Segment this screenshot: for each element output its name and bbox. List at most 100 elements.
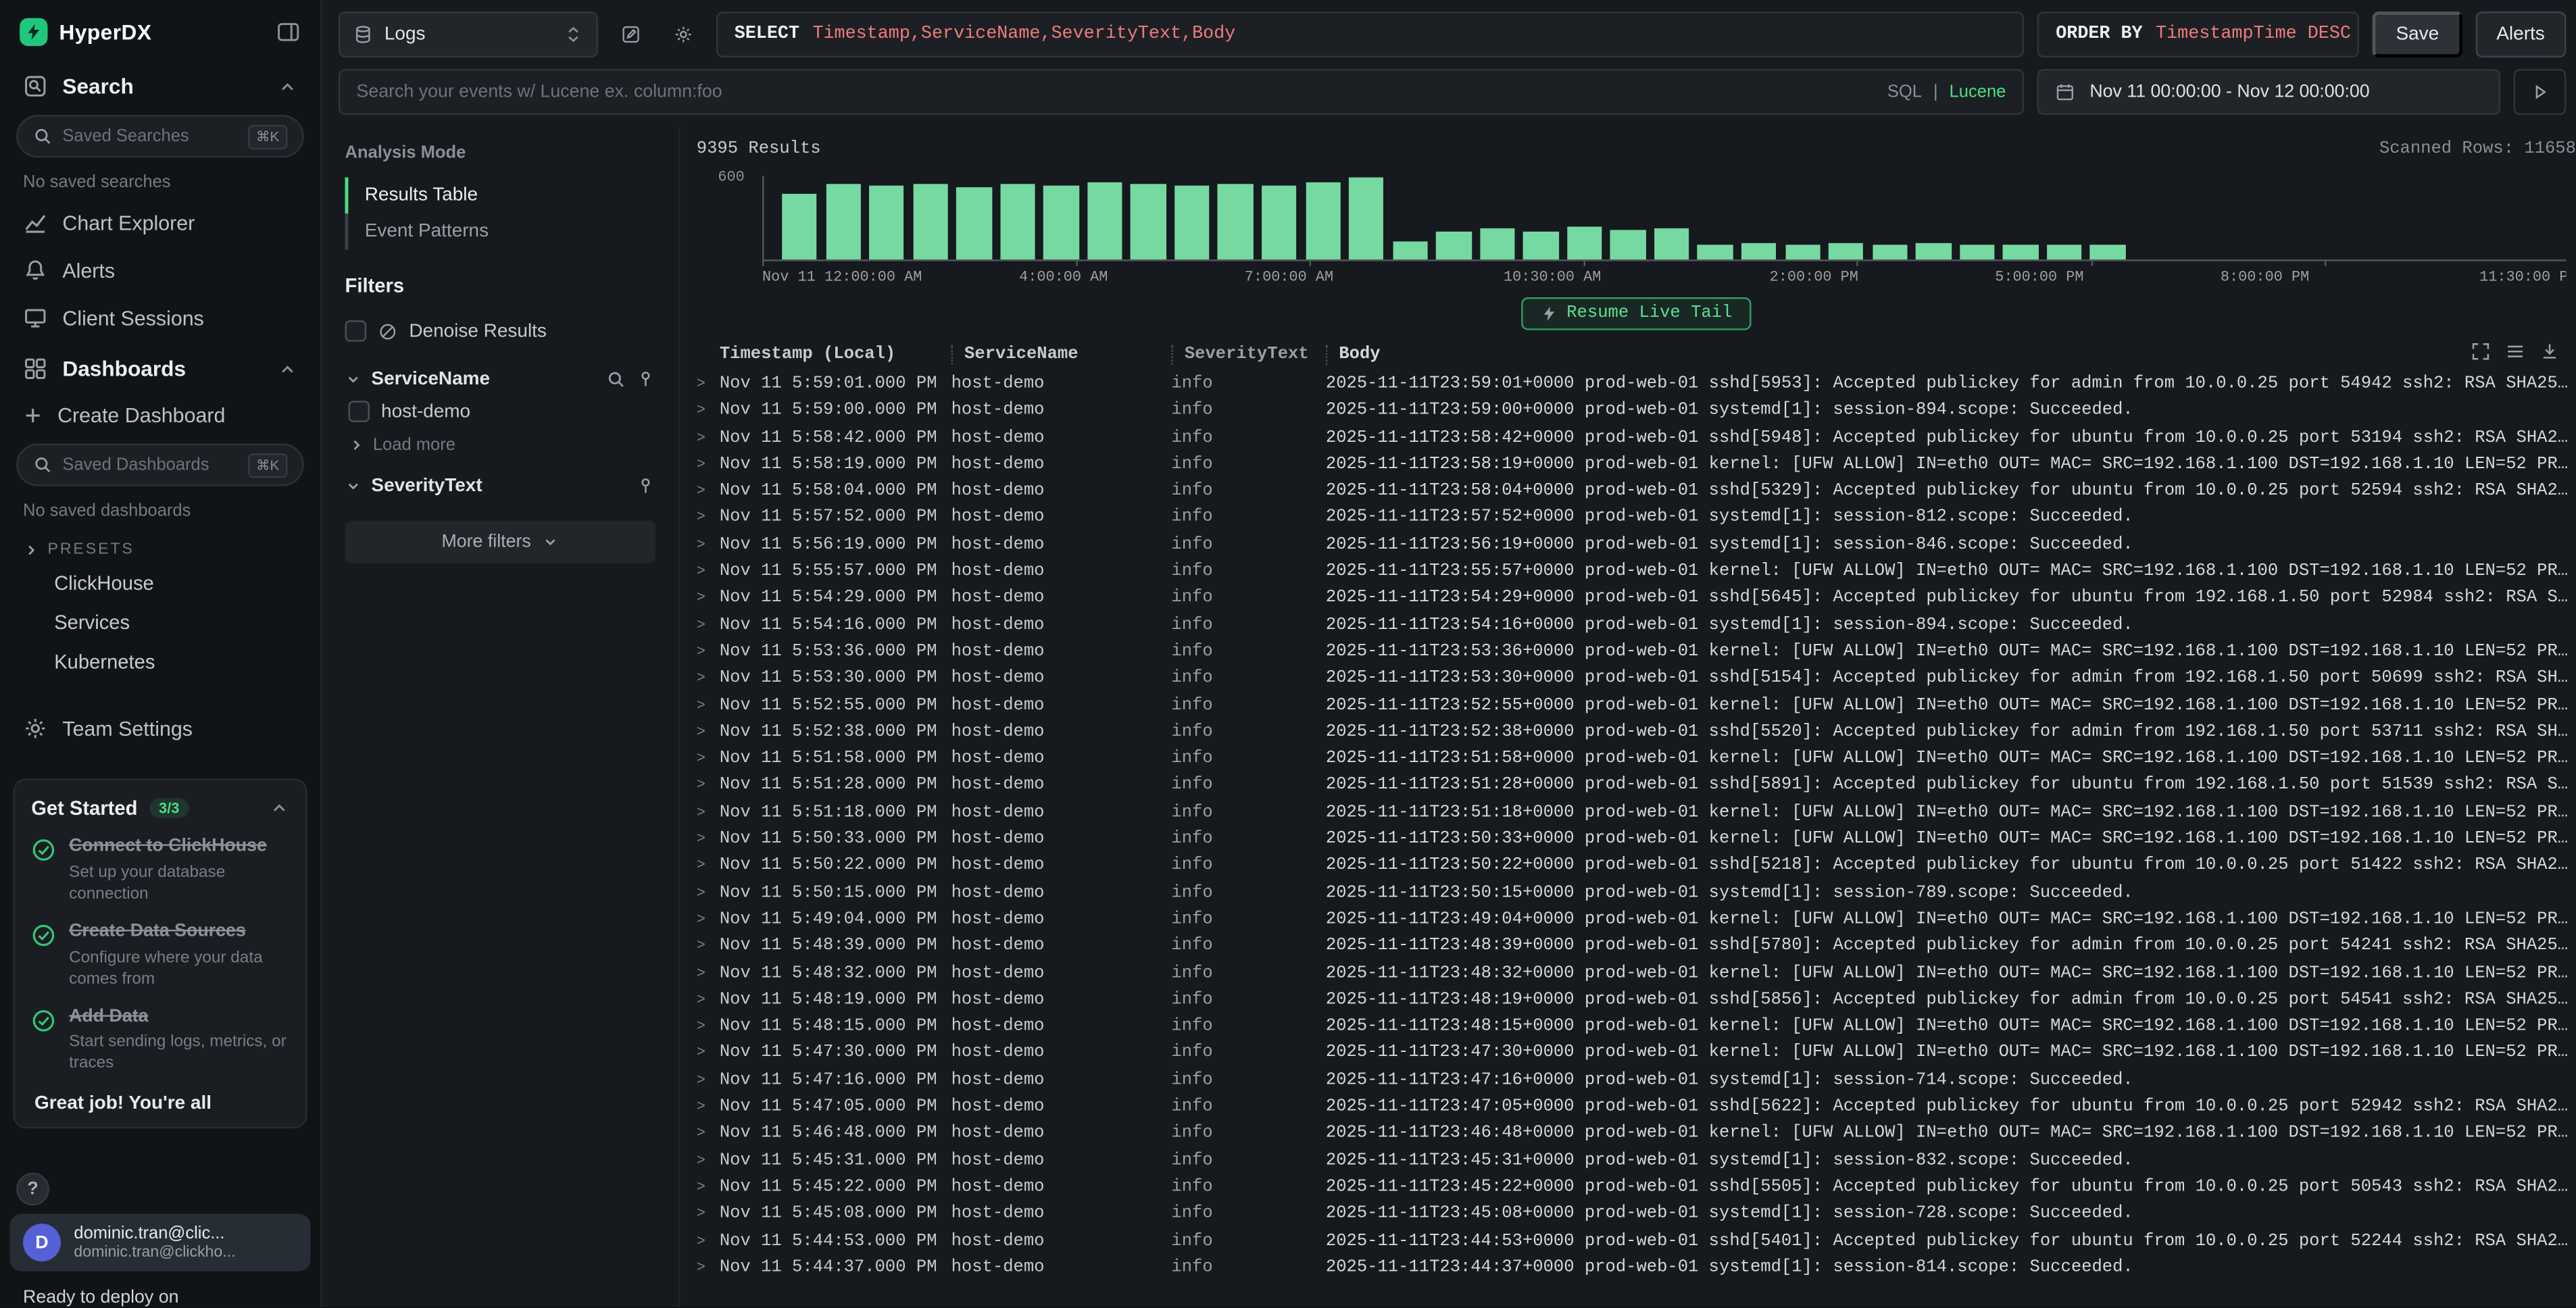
histogram-bar[interactable] (913, 184, 948, 260)
source-settings-button[interactable] (664, 13, 703, 55)
facet-option-checkbox[interactable] (348, 401, 370, 422)
histogram-bar[interactable] (956, 187, 991, 259)
chevron-up-icon[interactable] (270, 799, 289, 818)
collapse-sidebar-icon[interactable] (276, 20, 300, 44)
table-row[interactable]: >Nov 11 5:51:28.000 PMhost-demoinfo2025-… (697, 773, 2576, 800)
table-row[interactable]: >Nov 11 5:53:36.000 PMhost-demoinfo2025-… (697, 639, 2576, 666)
select-query-input[interactable]: SELECT Timestamp,ServiceName,SeverityTex… (716, 11, 2025, 57)
histogram-bar[interactable] (1349, 178, 1384, 259)
table-row[interactable]: >Nov 11 5:52:55.000 PMhost-demoinfo2025-… (697, 693, 2576, 720)
column-header-body[interactable]: Body (1326, 345, 2576, 365)
row-expand-icon[interactable]: > (697, 907, 720, 934)
query-language-toggle[interactable]: SQL | Lucene (1887, 82, 2006, 102)
histogram-bar[interactable] (1610, 230, 1645, 259)
table-row[interactable]: >Nov 11 5:54:29.000 PMhost-demoinfo2025-… (697, 585, 2576, 612)
table-row[interactable]: >Nov 11 5:52:38.000 PMhost-demoinfo2025-… (697, 719, 2576, 746)
resume-live-tail-button[interactable]: Resume Live Tail (1520, 297, 1752, 330)
denoise-results-toggle[interactable]: Denoise Results (345, 313, 655, 348)
preset-item-clickhouse[interactable]: ClickHouse (0, 563, 320, 603)
histogram-bar[interactable] (782, 194, 817, 259)
table-row[interactable]: >Nov 11 5:47:30.000 PMhost-demoinfo2025-… (697, 1040, 2576, 1067)
histogram-bar[interactable] (869, 186, 904, 259)
chevron-down-icon[interactable] (345, 478, 362, 494)
table-row[interactable]: >Nov 11 5:45:08.000 PMhost-demoinfo2025-… (697, 1201, 2576, 1228)
row-expand-icon[interactable]: > (697, 1174, 720, 1201)
table-row[interactable]: >Nov 11 5:48:39.000 PMhost-demoinfo2025-… (697, 933, 2576, 960)
get-started-header[interactable]: Get Started 3/3 (31, 797, 289, 820)
row-expand-icon[interactable]: > (697, 1067, 720, 1095)
histogram-bar[interactable] (1306, 182, 1341, 259)
row-expand-icon[interactable]: > (697, 425, 720, 452)
facet-service-name[interactable]: ServiceName (345, 370, 655, 389)
histogram-bar[interactable] (2003, 244, 2038, 259)
histogram-bar[interactable] (1698, 245, 1733, 259)
table-row[interactable]: >Nov 11 5:46:48.000 PMhost-demoinfo2025-… (697, 1121, 2576, 1148)
pin-icon[interactable] (636, 370, 655, 389)
row-expand-icon[interactable]: > (697, 987, 720, 1014)
table-row[interactable]: >Nov 11 5:51:58.000 PMhost-demoinfo2025-… (697, 746, 2576, 773)
histogram-bar[interactable] (1262, 185, 1297, 260)
table-row[interactable]: >Nov 11 5:48:15.000 PMhost-demoinfo2025-… (697, 1013, 2576, 1040)
histogram-bar[interactable] (1741, 243, 1777, 259)
load-more-button[interactable]: Load more (348, 429, 655, 455)
table-row[interactable]: >Nov 11 5:59:00.000 PMhost-demoinfo2025-… (697, 398, 2576, 425)
row-expand-icon[interactable]: > (697, 665, 720, 693)
histogram-bar[interactable] (1829, 244, 1864, 259)
sidebar-item-client-sessions[interactable]: Client Sessions (0, 294, 320, 342)
histogram-bar[interactable] (1436, 231, 1471, 259)
table-row[interactable]: >Nov 11 5:58:42.000 PMhost-demoinfo2025-… (697, 425, 2576, 452)
row-expand-icon[interactable]: > (697, 746, 720, 773)
histogram-bar[interactable] (826, 184, 861, 260)
preset-item-services[interactable]: Services (0, 603, 320, 642)
row-expand-icon[interactable]: > (697, 826, 720, 853)
mode-results-table[interactable]: Results Table (345, 178, 655, 213)
expand-icon[interactable] (2471, 342, 2490, 361)
histogram-bar[interactable] (1916, 243, 1951, 259)
download-icon[interactable] (2540, 342, 2559, 361)
help-button[interactable]: ? (16, 1173, 49, 1206)
histogram-bar[interactable] (1131, 184, 1166, 260)
time-range-picker[interactable]: Nov 11 00:00:00 - Nov 12 00:00:00 (2037, 69, 2501, 115)
row-expand-icon[interactable]: > (697, 1201, 720, 1228)
row-expand-icon[interactable]: > (697, 1255, 720, 1282)
histogram-bar[interactable] (1043, 186, 1079, 260)
row-expand-icon[interactable]: > (697, 559, 720, 586)
chevron-down-icon[interactable] (345, 371, 362, 387)
sidebar-section-search[interactable]: Search (0, 59, 320, 110)
row-expand-icon[interactable]: > (697, 1228, 720, 1255)
table-row[interactable]: >Nov 11 5:58:04.000 PMhost-demoinfo2025-… (697, 478, 2576, 505)
row-expand-icon[interactable]: > (697, 612, 720, 639)
saved-dashboards-input[interactable]: ⌘K (16, 443, 303, 486)
table-row[interactable]: >Nov 11 5:54:16.000 PMhost-demoinfo2025-… (697, 612, 2576, 639)
column-header-severity-text[interactable]: SeverityText (1171, 345, 1326, 365)
run-query-button[interactable] (2514, 69, 2567, 115)
chevron-up-icon[interactable] (278, 359, 297, 378)
pin-icon[interactable] (636, 476, 655, 496)
histogram-bar[interactable] (1785, 245, 1820, 259)
sidebar-item-team-settings[interactable]: Team Settings (0, 705, 320, 753)
histogram-bar[interactable] (1218, 184, 1254, 260)
saved-searches-field[interactable] (62, 126, 238, 146)
table-row[interactable]: >Nov 11 5:50:15.000 PMhost-demoinfo2025-… (697, 880, 2576, 907)
histogram-bar[interactable] (1873, 245, 1908, 259)
table-row[interactable]: >Nov 11 5:44:53.000 PMhost-demoinfo2025-… (697, 1228, 2576, 1255)
row-expand-icon[interactable]: > (697, 532, 720, 559)
sidebar-item-chart-explorer[interactable]: Chart Explorer (0, 199, 320, 247)
row-expand-icon[interactable]: > (697, 398, 720, 425)
table-row[interactable]: >Nov 11 5:45:22.000 PMhost-demoinfo2025-… (697, 1174, 2576, 1201)
source-select[interactable]: Logs (339, 11, 598, 57)
table-row[interactable]: >Nov 11 5:55:57.000 PMhost-demoinfo2025-… (697, 559, 2576, 586)
presets-toggle[interactable]: PRESETS (0, 527, 320, 563)
row-expand-icon[interactable]: > (697, 1147, 720, 1174)
column-header-service-name[interactable]: ServiceName (951, 345, 1172, 365)
row-expand-icon[interactable]: > (697, 799, 720, 826)
table-row[interactable]: >Nov 11 5:47:16.000 PMhost-demoinfo2025-… (697, 1067, 2576, 1095)
histogram-bar[interactable] (1960, 245, 1995, 259)
row-expand-icon[interactable]: > (697, 585, 720, 612)
edit-source-button[interactable] (611, 13, 650, 55)
column-header-timestamp[interactable]: Timestamp (Local) (720, 345, 951, 365)
get-started-item[interactable]: Connect to ClickHouse Set up your databa… (31, 836, 289, 904)
table-row[interactable]: >Nov 11 5:51:18.000 PMhost-demoinfo2025-… (697, 799, 2576, 826)
row-expand-icon[interactable]: > (697, 639, 720, 666)
histogram-bar[interactable] (1480, 229, 1515, 259)
